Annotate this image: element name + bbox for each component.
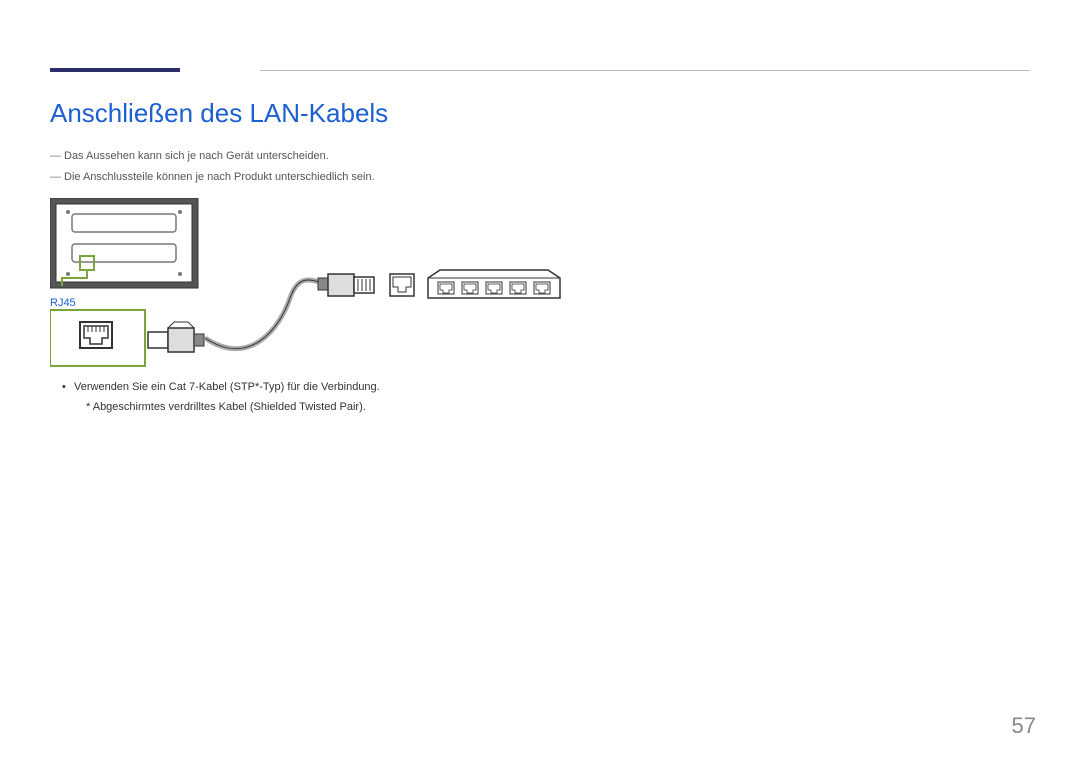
dash-icon: ― bbox=[50, 167, 64, 188]
instruction-subtext: * Abgeschirmtes verdrilltes Kabel (Shiel… bbox=[74, 398, 380, 418]
header-divider bbox=[260, 70, 1030, 71]
rj45-port-label: RJ45 bbox=[50, 297, 76, 309]
instruction-text: Verwenden Sie ein Cat 7-Kabel (STP*-Typ)… bbox=[74, 381, 380, 393]
header-rule bbox=[50, 68, 1030, 70]
diagram-svg bbox=[50, 198, 600, 368]
page-number: 57 bbox=[1012, 713, 1036, 739]
note-line: ―Die Anschlussteile können je nach Produ… bbox=[50, 167, 375, 188]
page: Anschließen des LAN-Kabels ―Das Aussehen… bbox=[0, 0, 1080, 763]
page-title: Anschließen des LAN-Kabels bbox=[50, 98, 388, 129]
note-line: ―Das Aussehen kann sich je nach Gerät un… bbox=[50, 146, 375, 167]
instruction-list: Verwenden Sie ein Cat 7-Kabel (STP*-Typ)… bbox=[62, 378, 380, 418]
header-accent-bar bbox=[50, 68, 180, 72]
dash-icon: ― bbox=[50, 146, 64, 167]
note-text: Das Aussehen kann sich je nach Gerät unt… bbox=[64, 150, 329, 162]
notes-block: ―Das Aussehen kann sich je nach Gerät un… bbox=[50, 146, 375, 188]
note-text: Die Anschlussteile können je nach Produk… bbox=[64, 171, 375, 183]
list-item: Verwenden Sie ein Cat 7-Kabel (STP*-Typ)… bbox=[62, 378, 380, 418]
lan-connection-diagram bbox=[50, 198, 600, 368]
